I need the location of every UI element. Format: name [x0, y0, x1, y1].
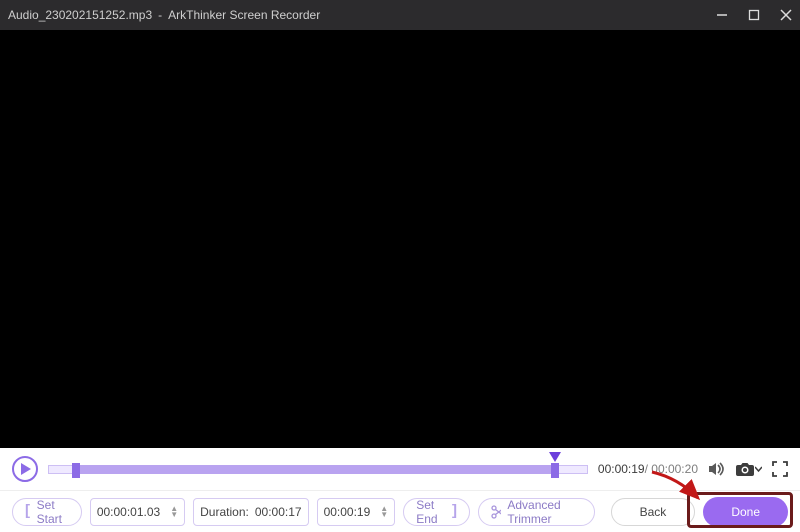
- duration-display: Duration: 00:00:17: [193, 498, 308, 526]
- preview-area: [0, 30, 800, 448]
- set-start-label: Set Start: [37, 498, 69, 526]
- set-start-button[interactable]: [ Set Start: [12, 498, 82, 526]
- scissors-icon: [491, 505, 501, 519]
- snapshot-button[interactable]: [736, 462, 762, 476]
- start-time-value: 00:00:01.03: [97, 505, 160, 519]
- play-icon: [20, 463, 31, 475]
- advanced-trimmer-label: Advanced Trimmer: [507, 498, 581, 526]
- set-end-button[interactable]: Set End ]: [403, 498, 470, 526]
- bracket-right-icon: ]: [452, 502, 457, 521]
- maximize-button[interactable]: [748, 9, 760, 21]
- done-button[interactable]: Done: [703, 497, 788, 527]
- trim-start-handle[interactable]: [72, 463, 80, 478]
- app-name: ArkThinker Screen Recorder: [168, 8, 320, 22]
- bracket-left-icon: [: [25, 502, 30, 521]
- total-time: 00:00:20: [651, 462, 698, 476]
- title-bar: Audio_230202151252.mp3 - ArkThinker Scre…: [0, 0, 800, 30]
- end-time-field[interactable]: 00:00:19 ▲▼: [317, 498, 396, 526]
- set-end-label: Set End: [416, 498, 445, 526]
- volume-icon: [708, 461, 726, 477]
- end-time-stepper[interactable]: ▲▼: [380, 506, 388, 518]
- fullscreen-icon: [772, 461, 788, 477]
- start-time-field[interactable]: 00:00:01.03 ▲▼: [90, 498, 185, 526]
- start-time-stepper[interactable]: ▲▼: [170, 506, 178, 518]
- time-display: 00:00:19/ 00:00:20: [598, 462, 698, 476]
- fullscreen-button[interactable]: [772, 461, 788, 477]
- camera-icon: [736, 462, 754, 476]
- advanced-trimmer-button[interactable]: Advanced Trimmer: [478, 498, 595, 526]
- end-time-value: 00:00:19: [324, 505, 371, 519]
- play-button[interactable]: [12, 456, 38, 482]
- trim-toolbar: [ Set Start 00:00:01.03 ▲▼ Duration: 00:…: [0, 490, 800, 532]
- progress-bar[interactable]: [48, 455, 588, 483]
- minimize-button[interactable]: [716, 9, 728, 21]
- title-separator: -: [158, 8, 162, 22]
- close-button[interactable]: [780, 9, 792, 21]
- chevron-down-icon: [755, 462, 762, 476]
- progress-selection: [76, 465, 555, 474]
- trim-end-handle[interactable]: [551, 463, 559, 478]
- back-button[interactable]: Back: [611, 498, 696, 526]
- volume-button[interactable]: [708, 461, 726, 477]
- duration-value: 00:00:17: [255, 505, 302, 519]
- file-name: Audio_230202151252.mp3: [8, 8, 152, 22]
- duration-label: Duration:: [200, 505, 249, 519]
- playback-controls: 00:00:19/ 00:00:20: [0, 448, 800, 490]
- playhead-icon[interactable]: [549, 452, 561, 462]
- current-time: 00:00:19: [598, 462, 645, 476]
